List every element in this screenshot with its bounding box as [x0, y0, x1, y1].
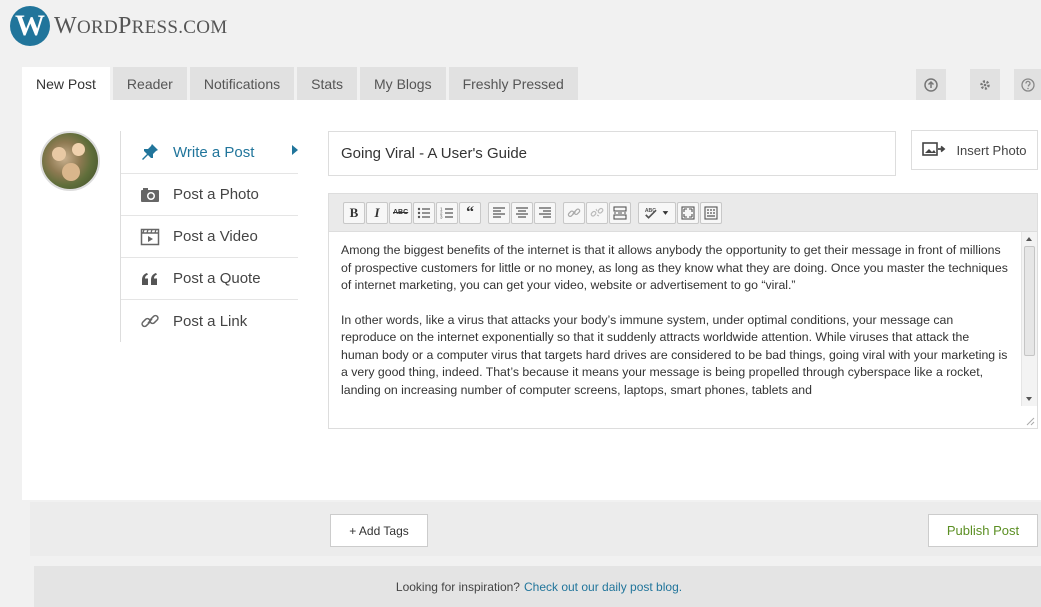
- tab-my-blogs[interactable]: My Blogs: [360, 67, 446, 100]
- publish-post-button[interactable]: Publish Post: [928, 514, 1038, 547]
- strikethrough-button[interactable]: ABC: [389, 201, 413, 224]
- inspiration-bar: Looking for inspiration? Check out our d…: [34, 566, 1041, 607]
- post-type-menu: Write a Post Post a Photo Post a Video P…: [120, 131, 298, 342]
- align-right-icon[interactable]: [534, 201, 557, 224]
- wordmark-part: RESS.COM: [131, 16, 228, 38]
- tab-notifications[interactable]: Notifications: [189, 67, 295, 100]
- kitchen-sink-icon[interactable]: [700, 201, 723, 224]
- pushpin-icon: [139, 142, 161, 162]
- insert-link-icon[interactable]: [563, 201, 586, 224]
- tab-reader[interactable]: Reader: [112, 67, 187, 100]
- post-body-textarea[interactable]: Among the biggest benefits of the intern…: [329, 232, 1021, 428]
- wordmark-part: W: [54, 12, 77, 39]
- fullscreen-icon[interactable]: [677, 201, 700, 224]
- avatar[interactable]: [40, 131, 100, 191]
- spellcheck-dropdown[interactable]: ABC: [638, 201, 677, 224]
- scroll-up-icon[interactable]: [1026, 237, 1032, 241]
- bullet-list-button[interactable]: [413, 201, 436, 224]
- post-actions-bar: [30, 502, 1041, 556]
- film-icon: [139, 227, 161, 247]
- read-more-icon[interactable]: [609, 201, 632, 224]
- wordpress-logo-icon: W: [10, 6, 50, 46]
- gear-icon[interactable]: [970, 69, 1000, 100]
- daily-post-link[interactable]: Check out our daily post blog.: [524, 580, 682, 594]
- align-center-icon[interactable]: [511, 201, 534, 224]
- tab-freshly-pressed[interactable]: Freshly Pressed: [448, 67, 578, 100]
- post-paragraph: In other words, like a virus that attack…: [341, 312, 1008, 397]
- blockquote-button[interactable]: “: [459, 201, 482, 224]
- insert-photo-button[interactable]: Insert Photo: [911, 130, 1038, 170]
- editor-scrollbar[interactable]: [1021, 232, 1037, 406]
- tab-new-post[interactable]: New Post: [22, 67, 110, 100]
- menu-item-post-quote[interactable]: Post a Quote: [121, 258, 298, 300]
- editor-toolbar: B I ABC 123 “ ABC: [329, 194, 1037, 232]
- tab-stats[interactable]: Stats: [297, 67, 358, 100]
- wordpress-logo[interactable]: W WORDPRESS.COM: [10, 6, 227, 46]
- menu-item-label: Post a Video: [173, 228, 258, 245]
- inspiration-text: Looking for inspiration?: [395, 579, 520, 594]
- unlink-icon[interactable]: [586, 201, 609, 224]
- add-tags-button[interactable]: + Add Tags: [330, 514, 428, 547]
- upload-icon[interactable]: [916, 69, 946, 100]
- menu-item-label: Post a Photo: [173, 186, 259, 203]
- menu-item-label: Write a Post: [173, 143, 255, 161]
- insert-photo-label: Insert Photo: [956, 142, 1027, 158]
- wordmark-part: P: [117, 12, 132, 39]
- help-icon[interactable]: [1014, 69, 1041, 100]
- resize-handle-icon[interactable]: [1025, 416, 1035, 426]
- camera-icon: [139, 185, 161, 205]
- menu-item-post-link[interactable]: Post a Link: [121, 300, 298, 342]
- scroll-down-icon[interactable]: [1026, 397, 1032, 401]
- menu-item-post-video[interactable]: Post a Video: [121, 216, 298, 258]
- bold-button[interactable]: B: [343, 201, 365, 224]
- wordmark-part: ORD: [76, 16, 118, 38]
- wordpress-wordmark: WORDPRESS.COM: [54, 13, 227, 40]
- svg-text:3: 3: [440, 214, 443, 219]
- link-icon: [139, 311, 161, 331]
- align-left-icon[interactable]: [488, 201, 511, 224]
- menu-item-label: Post a Quote: [173, 270, 261, 287]
- post-paragraph: Among the biggest benefits of the intern…: [341, 243, 1008, 292]
- chevron-right-icon: [292, 145, 298, 155]
- post-title-input[interactable]: Going Viral - A User's Guide: [328, 131, 896, 176]
- quote-icon: [139, 269, 161, 289]
- post-editor: B I ABC 123 “ ABC Among the biggest bene…: [328, 193, 1038, 429]
- image-icon: [922, 142, 946, 158]
- italic-button[interactable]: I: [366, 201, 388, 224]
- menu-item-write-post[interactable]: Write a Post: [121, 131, 298, 174]
- menu-item-label: Post a Link: [173, 312, 248, 330]
- top-tabs: New Post Reader Notifications Stats My B…: [22, 67, 581, 100]
- menu-item-post-photo[interactable]: Post a Photo: [121, 174, 298, 216]
- numbered-list-button[interactable]: 123: [436, 201, 459, 224]
- scroll-thumb[interactable]: [1024, 246, 1035, 356]
